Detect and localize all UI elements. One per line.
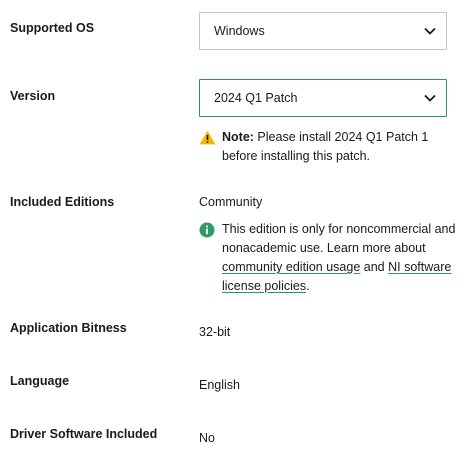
note-text: Please install 2024 Q1 Patch 1 [253,130,429,144]
and-text: and [360,260,389,274]
supported-os-select[interactable]: Windows [199,12,447,50]
info-icon [199,222,215,244]
ni-software-license-link[interactable]: NI software [388,260,451,274]
warning-icon [199,130,216,151]
included-editions-value: Community [199,195,263,209]
period-text: . [306,279,310,293]
language-label: Language [10,374,70,388]
version-label: Version [10,89,56,103]
driver-software-value: No [199,431,215,445]
info-line-4: license policies. [222,277,462,296]
supported-os-label: Supported OS [10,21,95,35]
driver-software-label: Driver Software Included [10,427,158,441]
version-select[interactable]: 2024 Q1 Patch [199,79,447,117]
info-line-2: nonacademic use. Learn more about [222,241,426,255]
chevron-down-icon [424,94,436,102]
info-line-1: This edition is only for noncommercial a… [222,222,456,236]
info-line-3: community edition usage and NI software [222,258,462,277]
version-note-line-2: before installing this patch. [222,149,371,163]
supported-os-value: Windows [214,24,265,38]
note-bold: Note: [222,130,254,144]
chevron-down-icon [424,27,436,35]
application-bitness-label: Application Bitness [10,321,127,335]
version-note-line-1: Note: Please install 2024 Q1 Patch 1 [222,128,462,147]
community-edition-usage-link[interactable]: community edition usage [222,260,360,274]
version-value: 2024 Q1 Patch [214,91,298,105]
included-editions-label: Included Editions [10,195,115,209]
ni-software-license-link-cont[interactable]: license policies [222,279,306,293]
application-bitness-value: 32-bit [199,325,231,339]
language-value: English [199,378,240,392]
